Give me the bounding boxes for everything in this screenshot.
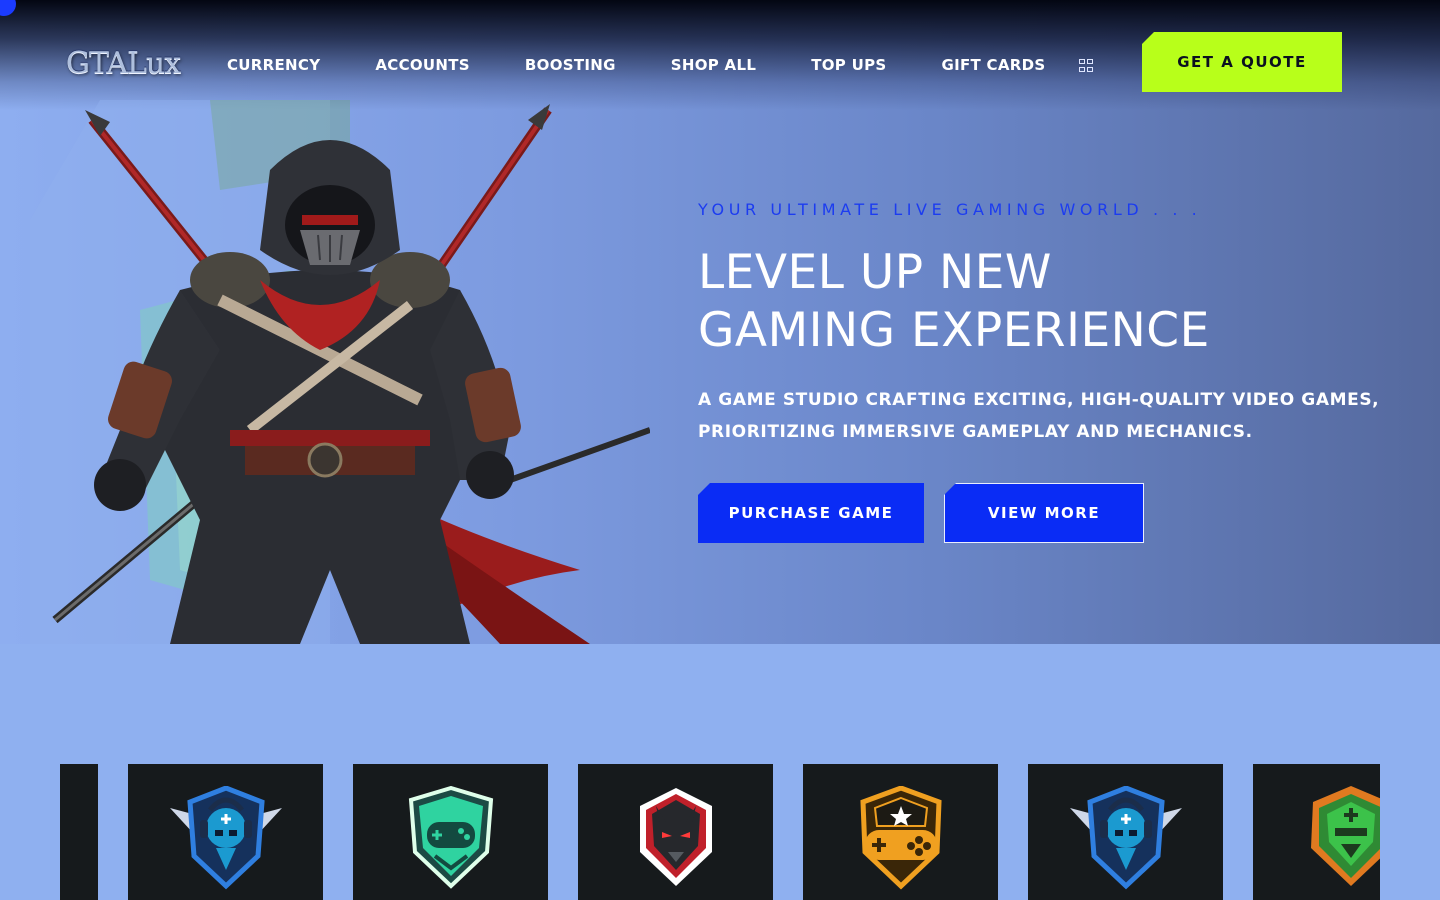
game-card[interactable]	[803, 764, 998, 900]
grid-cell	[1079, 66, 1085, 72]
purchase-game-button[interactable]: PURCHASE GAME	[698, 483, 924, 543]
nav-link-boosting[interactable]: BOOSTING	[525, 56, 616, 74]
orange-gamepad-star-emblem-icon	[860, 786, 942, 890]
hero-description: A GAME STUDIO CRAFTING EXCITING, HIGH-QU…	[698, 390, 1380, 442]
hero-ninja-image	[30, 100, 650, 644]
nav-link-shop-all[interactable]: SHOP ALL	[671, 56, 756, 74]
red-demon-mask-emblem-icon	[640, 788, 712, 886]
hero-tagline: YOUR ULTIMATE LIVE GAMING WORLD . . .	[698, 200, 1202, 219]
nav-link-top-ups[interactable]: TOP UPS	[811, 56, 886, 74]
nav-link-currency[interactable]: CURRENCY	[227, 56, 320, 74]
hero-section: YOUR ULTIMATE LIVE GAMING WORLD . . . LE…	[0, 0, 1440, 644]
hero-headline: LEVEL UP NEW GAMING EXPERIENCE	[698, 244, 1398, 360]
view-more-button[interactable]: VIEW MORE	[944, 483, 1144, 543]
game-card-partial[interactable]	[60, 764, 98, 900]
nav-link-gift-cards[interactable]: GIFT CARDS	[941, 56, 1045, 74]
game-card[interactable]	[128, 764, 323, 900]
site-logo[interactable]: GTALux	[66, 46, 181, 81]
hero-headline-line1: LEVEL UP NEW	[698, 245, 1052, 300]
get-a-quote-button[interactable]: GET A QUOTE	[1142, 32, 1342, 92]
game-card[interactable]	[1028, 764, 1223, 900]
grid-cell	[1087, 66, 1093, 72]
green-warrior-helmet-emblem-icon	[1311, 786, 1380, 886]
blue-winged-skull-emblem-icon	[1070, 786, 1182, 890]
game-card[interactable]	[353, 764, 548, 900]
grid-cell	[1079, 59, 1085, 64]
grid-cell	[1087, 59, 1093, 64]
hero-headline-line2: GAMING EXPERIENCE	[698, 303, 1210, 358]
game-cards-carousel	[60, 764, 1380, 900]
blue-winged-skull-emblem-icon	[170, 786, 282, 890]
nav-links: CURRENCY ACCOUNTS BOOSTING SHOP ALL TOP …	[227, 56, 1100, 74]
grid-menu-icon[interactable]	[1079, 59, 1094, 72]
nav-link-accounts[interactable]: ACCOUNTS	[375, 56, 470, 74]
main-navbar: GTALux CURRENCY ACCOUNTS BOOSTING SHOP A…	[0, 30, 1440, 94]
game-card[interactable]	[578, 764, 773, 900]
green-gamepad-shield-emblem-icon	[408, 786, 494, 889]
game-card[interactable]	[1253, 764, 1380, 900]
